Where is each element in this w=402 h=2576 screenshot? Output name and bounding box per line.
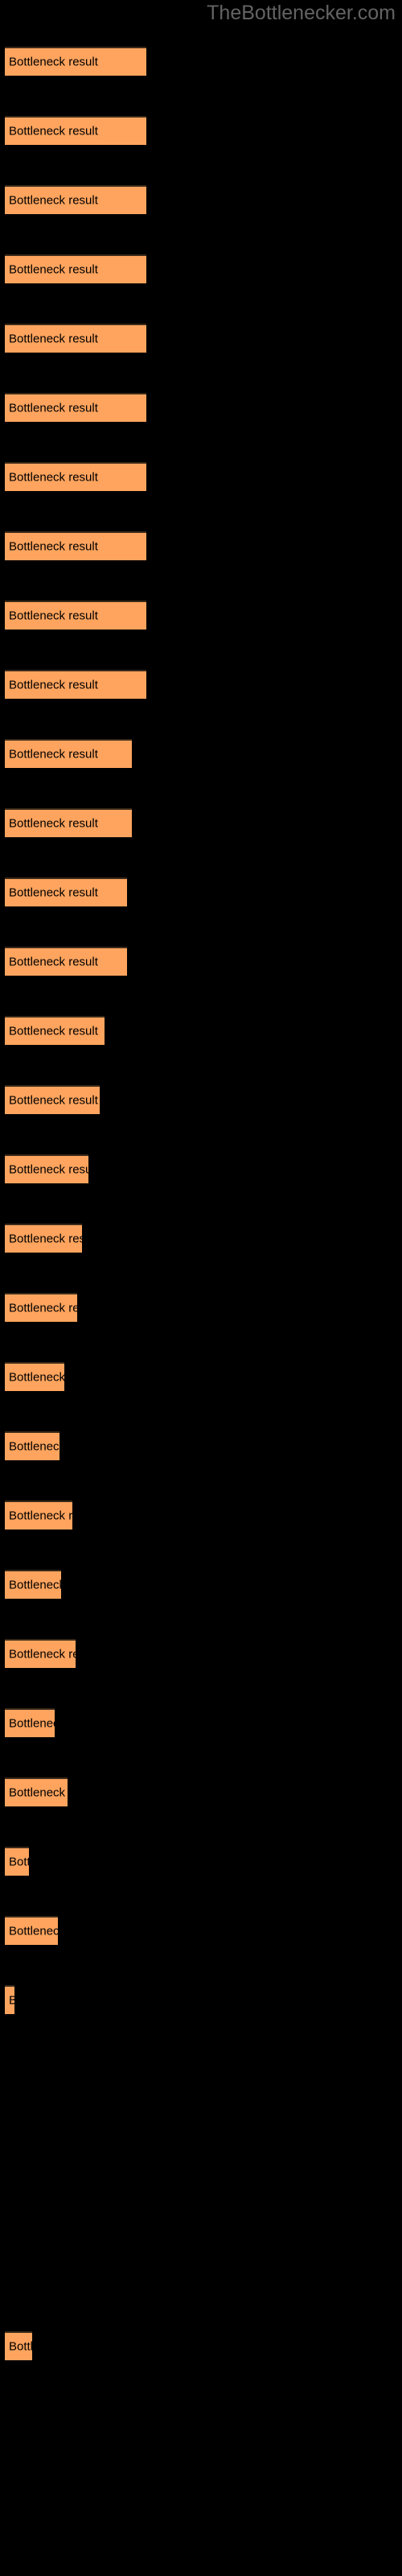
bar-16: Bottleneck result bbox=[5, 1085, 100, 1114]
bar-8: Bottleneck result bbox=[5, 531, 146, 560]
bar-13: Bottleneck result bbox=[5, 877, 127, 906]
bar-row: Bottleneck result bbox=[0, 877, 402, 906]
bar-3: Bottleneck result bbox=[5, 185, 146, 214]
bar-label: Bottleneck result bbox=[9, 1301, 77, 1315]
bar-row: Bottleneck result bbox=[0, 1362, 402, 1391]
bar-label: Bottleneck result bbox=[9, 1162, 88, 1177]
bar-21: Bottleneck result bbox=[5, 1431, 59, 1460]
bar-label: Bottleneck result bbox=[9, 955, 98, 969]
bar-row bbox=[0, 2054, 402, 2083]
bar-1: Bottleneck result bbox=[5, 47, 146, 76]
bar-label: Bottleneck result bbox=[9, 1647, 76, 1662]
bar-28: Bottleneck result bbox=[5, 1916, 58, 1945]
bar-row: Bottleneck result bbox=[0, 1154, 402, 1183]
bar-row bbox=[0, 2470, 402, 2499]
bar-25: Bottleneck result bbox=[5, 1708, 55, 1737]
bar-6: Bottleneck result bbox=[5, 393, 146, 422]
bar-26: Bottleneck result bbox=[5, 1777, 68, 1806]
bar-row: Bottleneck result bbox=[0, 531, 402, 560]
bar-label: Bottleneck result bbox=[9, 124, 98, 138]
bar-4: Bottleneck result bbox=[5, 254, 146, 283]
bar-row bbox=[0, 2124, 402, 2153]
bar-2: Bottleneck result bbox=[5, 116, 146, 145]
bar-row: Bottleneck result bbox=[0, 1847, 402, 1876]
bar-label: Bottleneck result bbox=[9, 193, 98, 208]
bar-row: Bottleneck result bbox=[0, 601, 402, 630]
bar-19: Bottleneck result bbox=[5, 1293, 77, 1322]
bar-row: Bottleneck result bbox=[0, 1085, 402, 1114]
bar-10: Bottleneck result bbox=[5, 670, 146, 699]
bar-row bbox=[0, 2401, 402, 2429]
bar-row: Bottleneck result bbox=[0, 393, 402, 422]
bar-row: Bottleneck result bbox=[0, 1016, 402, 1045]
bottleneck-bar-chart: TheBottlenecker.com Bottleneck result Bot… bbox=[0, 0, 402, 2576]
bar-row: Bottleneck result bbox=[0, 947, 402, 976]
bar-row: Bottleneck result bbox=[0, 116, 402, 145]
bar-row: Bottleneck result bbox=[0, 47, 402, 76]
bar-label: Bottleneck result bbox=[9, 1995, 14, 2007]
bar-row bbox=[0, 2262, 402, 2291]
bar-row: Bottleneck result bbox=[0, 324, 402, 353]
bar-24: Bottleneck result bbox=[5, 1639, 76, 1668]
bar-row: Bottleneck result bbox=[0, 808, 402, 837]
bar-row: Bottleneck result bbox=[0, 254, 402, 283]
bar-row: Bottleneck result bbox=[0, 1708, 402, 1737]
bar-label: Bottleneck result bbox=[9, 401, 98, 415]
bar-label: Bottleneck result bbox=[9, 1785, 68, 1800]
bar-row: Bottleneck result bbox=[0, 185, 402, 214]
bar-label: Bottleneck result bbox=[9, 1855, 29, 1869]
bar-11: Bottleneck result bbox=[5, 739, 132, 768]
bar-row: Bottleneck result bbox=[0, 1639, 402, 1668]
bar-row: Bottleneck result bbox=[0, 739, 402, 768]
bar-row: Bottleneck result bbox=[0, 1916, 402, 1945]
bar-5: Bottleneck result bbox=[5, 324, 146, 353]
bar-label: Bottleneck result bbox=[9, 747, 98, 762]
bar-34: Bottleneck result bbox=[5, 2331, 32, 2360]
bars-layer: Bottleneck result Bottleneck result Bottle… bbox=[0, 0, 402, 2576]
bar-label: Bottleneck result bbox=[9, 262, 98, 277]
bar-label: Bottleneck result bbox=[9, 55, 98, 69]
bar-9: Bottleneck result bbox=[5, 601, 146, 630]
bar-label: Bottleneck result bbox=[9, 886, 98, 900]
bar-label: Bottleneck result bbox=[9, 1924, 58, 1938]
bar-14: Bottleneck result bbox=[5, 947, 127, 976]
bar-29: Bottleneck result bbox=[5, 1985, 14, 2014]
bar-row: Bottleneck result bbox=[0, 1985, 402, 2014]
bar-label: Bottleneck result bbox=[9, 816, 98, 831]
bar-12: Bottleneck result bbox=[5, 808, 132, 837]
bar-label: Bottleneck result bbox=[9, 1509, 72, 1523]
bar-row bbox=[0, 2193, 402, 2222]
bar-row: Bottleneck result bbox=[0, 1570, 402, 1599]
bar-7: Bottleneck result bbox=[5, 462, 146, 491]
bar-20: Bottleneck result bbox=[5, 1362, 64, 1391]
bar-label: Bottleneck result bbox=[9, 332, 98, 346]
bar-row: Bottleneck result bbox=[0, 1777, 402, 1806]
bar-row: Bottleneck result bbox=[0, 462, 402, 491]
bar-18: Bottleneck result bbox=[5, 1224, 82, 1253]
bar-row: Bottleneck result bbox=[0, 670, 402, 699]
bar-row: Bottleneck result bbox=[0, 2331, 402, 2360]
bar-27: Bottleneck result bbox=[5, 1847, 29, 1876]
bar-label: Bottleneck result bbox=[9, 1578, 61, 1592]
bar-label: Bottleneck result bbox=[9, 1093, 98, 1108]
bar-label: Bottleneck result bbox=[9, 678, 98, 692]
bar-label: Bottleneck result bbox=[9, 1024, 98, 1038]
bar-label: Bottleneck result bbox=[9, 609, 98, 623]
bar-label: Bottleneck result bbox=[9, 2339, 32, 2354]
bar-label: Bottleneck result bbox=[9, 1716, 55, 1731]
bar-label: Bottleneck result bbox=[9, 1232, 82, 1246]
bar-17: Bottleneck result bbox=[5, 1154, 88, 1183]
bar-label: Bottleneck result bbox=[9, 1370, 64, 1385]
bar-23: Bottleneck result bbox=[5, 1570, 61, 1599]
bar-22: Bottleneck result bbox=[5, 1501, 72, 1530]
bar-15: Bottleneck result bbox=[5, 1016, 105, 1045]
bar-row: Bottleneck result bbox=[0, 1501, 402, 1530]
bar-row: Bottleneck result bbox=[0, 1224, 402, 1253]
bar-row: Bottleneck result bbox=[0, 1293, 402, 1322]
bar-row: Bottleneck result bbox=[0, 1431, 402, 1460]
bar-label: Bottleneck result bbox=[9, 470, 98, 485]
bar-label: Bottleneck result bbox=[9, 539, 98, 554]
bar-label: Bottleneck result bbox=[9, 1439, 59, 1454]
